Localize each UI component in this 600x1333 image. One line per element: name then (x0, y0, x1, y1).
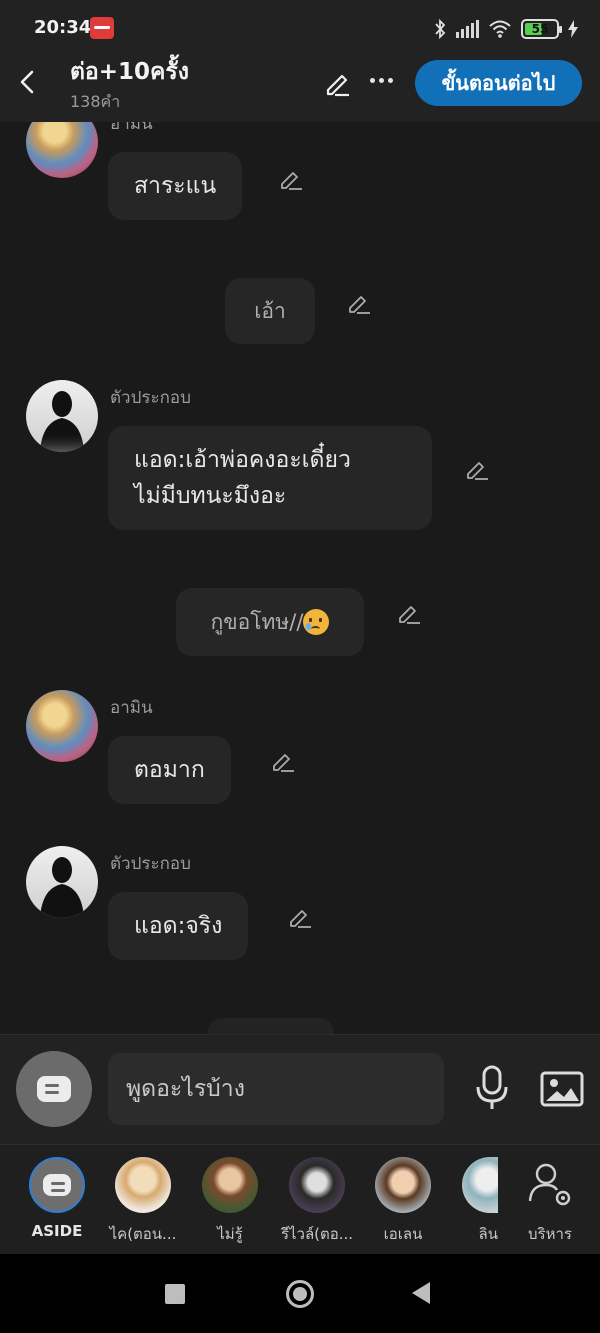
message-text: สาระแน (134, 173, 217, 199)
system-nav-bar (0, 1254, 600, 1333)
character-avatar (289, 1157, 345, 1213)
manage-user-icon (528, 1163, 571, 1206)
avatar-amin[interactable] (26, 690, 98, 762)
more-dots-icon[interactable] (370, 78, 394, 86)
microphone-icon[interactable] (474, 1065, 510, 1111)
pencil-icon[interactable] (322, 68, 352, 98)
message-bubble[interactable]: ตอมาก (108, 736, 231, 804)
character-avatar (115, 1157, 171, 1213)
character-label: บริหาร (528, 1225, 572, 1243)
message-text: แอด:จริง (134, 913, 223, 939)
image-icon[interactable] (540, 1069, 584, 1109)
bluetooth-icon (435, 19, 446, 39)
aside-text: กูขอโทษ// (210, 609, 304, 634)
battery-icon: 55 (521, 19, 562, 39)
character-label: ASIDE (31, 1222, 83, 1240)
character-name: ตัวประกอบ (110, 854, 191, 874)
home-icon[interactable] (286, 1280, 314, 1308)
character-aside[interactable]: ASIDE (17, 1157, 97, 1240)
message-input[interactable]: พูดอะไรบ้าง (108, 1053, 444, 1125)
message-bubble[interactable]: แอด:เอ้าพ่อคงอะเดี๋ยว ไม่มีบทนะมึงอะ (108, 426, 432, 530)
character-item[interactable]: รีไวล์(ตอ... (277, 1157, 357, 1246)
next-step-button[interactable]: ขั้นตอนต่อไป (415, 60, 582, 106)
message-line: แอด:เอ้าพ่อคงอะเดี๋ยว (134, 447, 351, 473)
header: ต่อ+10ครั้ง 138คำ ขั้นตอนต่อไป (0, 56, 600, 122)
character-name: อามิน (110, 122, 153, 134)
character-item[interactable]: เอเลน (363, 1157, 443, 1246)
aside-bubble[interactable] (208, 1018, 334, 1034)
character-item[interactable]: ไค(ตอน... (103, 1157, 183, 1246)
character-label: ลิน (478, 1225, 498, 1243)
silhouette-icon (40, 391, 84, 452)
message-bubble[interactable]: สาระแน (108, 152, 243, 220)
character-avatar (375, 1157, 431, 1213)
crying-face-emoji (303, 609, 330, 635)
composer: พูดอะไรบ้าง (0, 1034, 600, 1144)
avatar-extra[interactable] (26, 846, 98, 918)
message-line: ไม่มีบทนะมึงอะ (134, 483, 287, 509)
status-bar: 20:34 55 (0, 0, 600, 56)
edit-message-icon[interactable] (278, 166, 304, 192)
aside-toggle-button[interactable] (16, 1051, 92, 1127)
character-label: ไค(ตอน... (109, 1225, 177, 1243)
charging-icon (568, 20, 578, 38)
aside-bubble[interactable]: เอ้า (225, 278, 315, 344)
status-icons: 55 (433, 17, 578, 41)
message-bubble[interactable]: แอด:จริง (108, 892, 249, 960)
character-item[interactable]: ไม่รู้ (190, 1157, 270, 1246)
message-icon (37, 1076, 71, 1102)
avatar-extra[interactable] (26, 380, 98, 452)
battery-level: 55 (531, 22, 549, 36)
aside-bubble[interactable]: กูขอโทษ// (176, 588, 364, 656)
character-avatar (202, 1157, 258, 1213)
recents-icon[interactable] (165, 1284, 185, 1304)
edit-message-icon[interactable] (287, 904, 313, 930)
character-name: ตัวประกอบ (110, 388, 191, 408)
character-item[interactable]: ลิน (450, 1157, 498, 1246)
character-selector: ASIDE ไค(ตอน... ไม่รู้ รีไวล์(ตอ... เอเล… (0, 1144, 600, 1254)
character-avatar (462, 1157, 498, 1213)
manage-characters-button[interactable]: บริหาร (510, 1157, 590, 1246)
edit-message-icon[interactable] (464, 456, 490, 482)
character-label: เอเลน (383, 1225, 423, 1243)
character-name: อามิน (110, 698, 153, 718)
back-triangle-icon[interactable] (412, 1282, 430, 1304)
aside-avatar (29, 1157, 85, 1213)
chat-area[interactable]: อามิน สาระแน เอ้า ตัวประกอบ แอด:เอ้าพ่อค… (0, 122, 600, 1034)
chevron-left-icon[interactable] (14, 68, 42, 96)
aside-text: เอ้า (254, 298, 286, 323)
word-count: 138คำ (70, 92, 121, 111)
message-icon (43, 1174, 71, 1196)
character-label: ไม่รู้ (217, 1225, 243, 1243)
mangatoon-app-icon (90, 17, 114, 39)
status-time: 20:34 (34, 17, 92, 38)
silhouette-icon (40, 857, 84, 918)
edit-message-icon[interactable] (270, 748, 296, 774)
wifi-icon (489, 20, 511, 38)
signal-icon (456, 20, 479, 38)
message-text: ตอมาก (134, 757, 205, 783)
page-title: ต่อ+10ครั้ง (70, 59, 189, 85)
avatar-amin[interactable] (26, 122, 98, 178)
edit-message-icon[interactable] (346, 290, 372, 316)
edit-message-icon[interactable] (396, 600, 422, 626)
character-label: รีไวล์(ตอ... (280, 1225, 354, 1243)
